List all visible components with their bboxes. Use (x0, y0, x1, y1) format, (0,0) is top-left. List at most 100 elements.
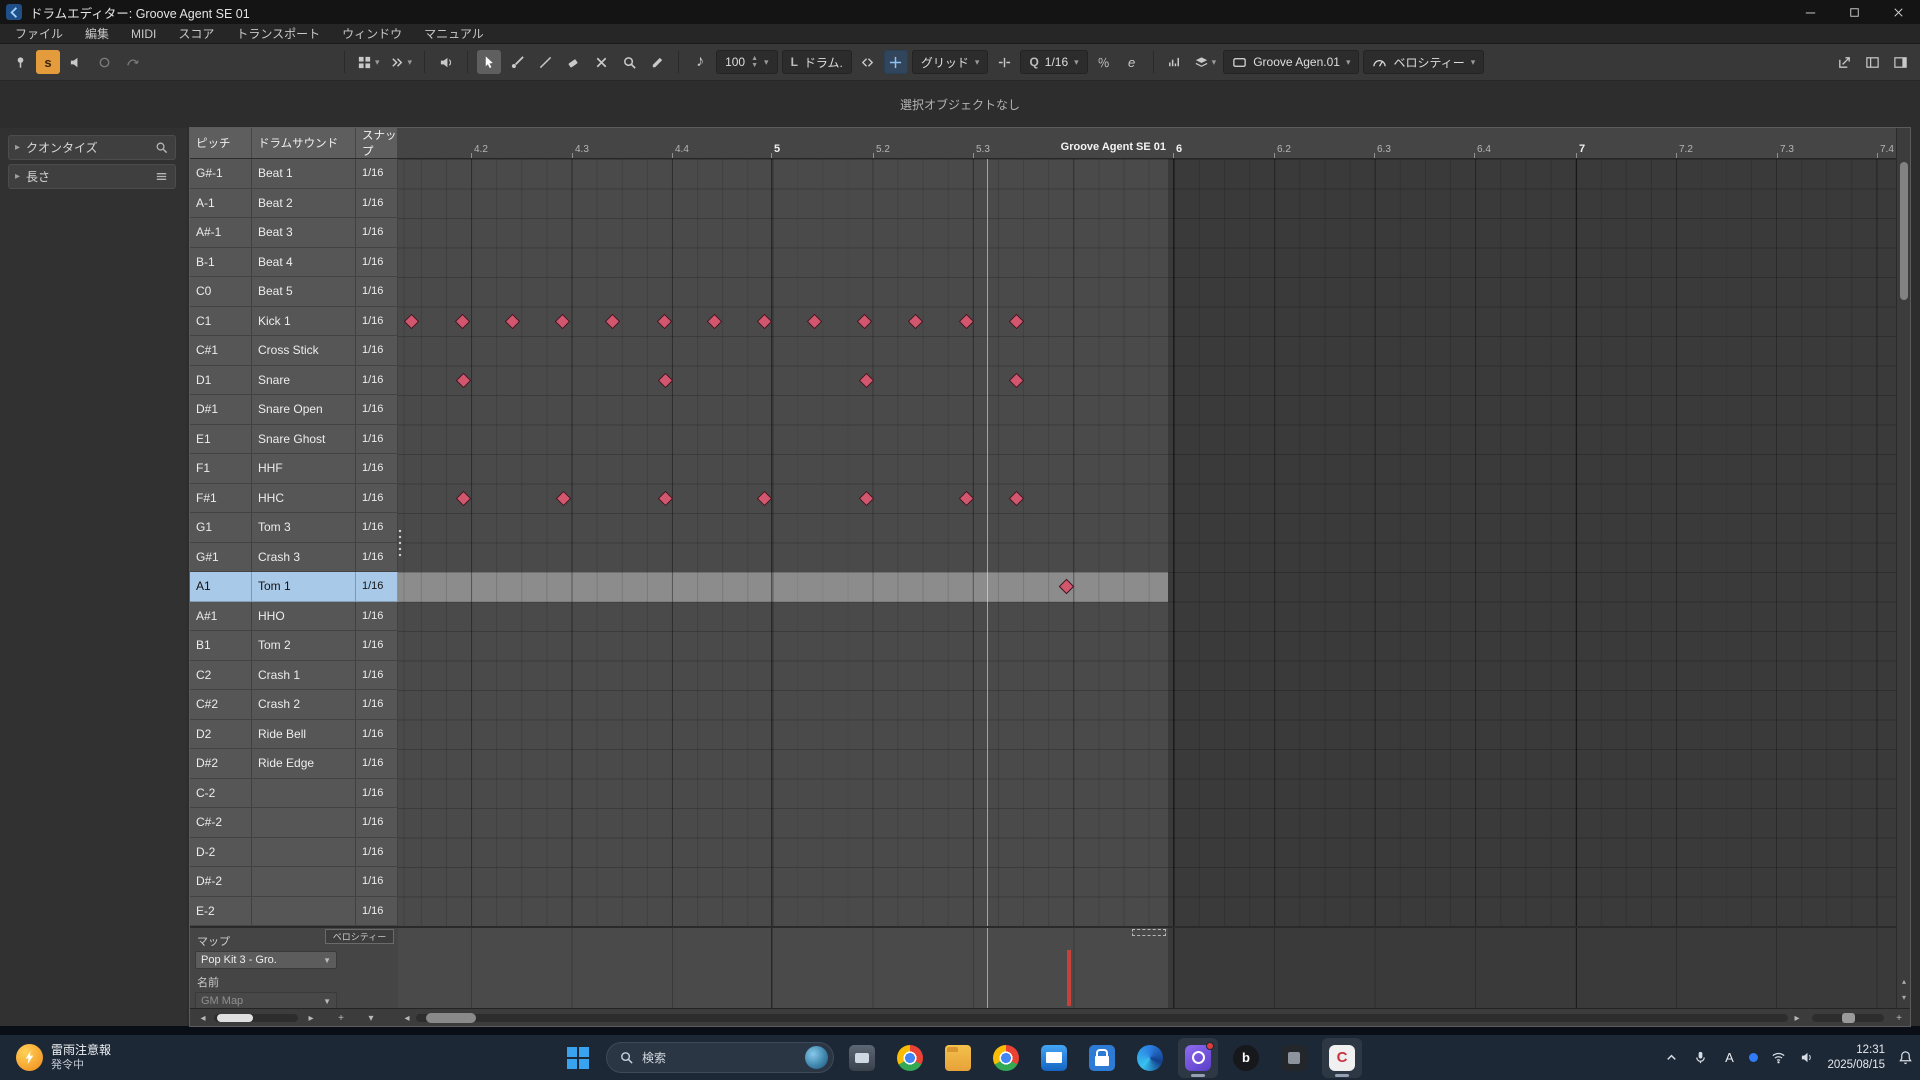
menu-transport[interactable]: トランスポート (225, 24, 331, 44)
taskbar-icon-cubase[interactable]: C (1322, 1037, 1362, 1078)
volume-icon[interactable] (1798, 1050, 1816, 1065)
h-scroll-right-button[interactable]: ▸ (1790, 1010, 1804, 1026)
h-scroll-left-button[interactable]: ◂ (400, 1010, 414, 1026)
drum-row[interactable]: D1 Snare 1/16 (190, 365, 398, 395)
velocity-bar[interactable] (1067, 950, 1071, 1006)
list-zoom-right-button[interactable]: ▸ (304, 1010, 318, 1026)
inspector-section-quantize[interactable]: ▸ クオンタイズ (8, 135, 176, 160)
menu-midi[interactable]: MIDI (120, 24, 167, 44)
grid-type-button[interactable] (992, 50, 1016, 74)
drum-row[interactable]: A#1 HHO 1/16 (190, 601, 398, 631)
taskbar-icon-utility-app[interactable] (1274, 1038, 1314, 1078)
arrow-tool[interactable] (477, 50, 502, 74)
menu-manual[interactable]: マニュアル (413, 24, 495, 44)
drum-row[interactable]: G#1 Crash 3 1/16 (190, 542, 398, 572)
note-grid[interactable] (398, 159, 1896, 926)
list-menu-button[interactable]: ▾ (364, 1010, 378, 1026)
tray-chevron-up-icon[interactable] (1662, 1050, 1680, 1065)
drum-row[interactable]: B1 Tom 2 1/16 (190, 631, 398, 661)
taskbar-icon-edge[interactable] (1130, 1038, 1170, 1078)
menu-edit[interactable]: 編集 (74, 24, 120, 44)
drum-row[interactable]: C-2 1/16 (190, 778, 398, 808)
taskbar-icon-audio-app[interactable]: b (1226, 1038, 1266, 1078)
drum-row[interactable]: F#1 HHC 1/16 (190, 483, 398, 513)
open-in-window-button[interactable] (1832, 50, 1856, 74)
timeline-ruler[interactable]: Groove Agent SE 01 4.2 4.3 4.4 5 5.2 5.3 6 6.2 6… (398, 128, 1896, 159)
drum-sound-column-header[interactable]: ドラムサウンド (252, 128, 356, 158)
vertical-scrollbar[interactable]: ▴ ▾ (1896, 128, 1910, 1008)
taskbar-icon-mail[interactable] (1034, 1038, 1074, 1078)
line-tool[interactable] (533, 50, 557, 74)
drum-row-selected[interactable]: A1 Tom 1 1/16 (190, 572, 398, 602)
drum-row[interactable]: A#-1 Beat 3 1/16 (190, 218, 398, 248)
insert-length-select[interactable]: L ドラム. (781, 50, 852, 74)
drum-row[interactable]: C#-2 1/16 (190, 808, 398, 838)
mirror-button[interactable] (856, 50, 880, 74)
minimize-button[interactable] (1788, 0, 1832, 24)
drum-row[interactable]: C1 Kick 1 1/16 (190, 306, 398, 336)
edited-part-select[interactable]: Groove Agen.01 ▾ (1223, 50, 1360, 74)
splitter-handle[interactable] (398, 528, 402, 558)
drum-row[interactable]: E-2 1/16 (190, 896, 398, 926)
drum-row[interactable]: D-2 1/16 (190, 837, 398, 867)
mute-tool[interactable] (589, 50, 613, 74)
taskbar-clock[interactable]: 12:31 2025/08/15 (1827, 1043, 1885, 1073)
inspector-section-length[interactable]: ▸ 長さ (8, 164, 176, 189)
eraser-tool[interactable] (561, 50, 585, 74)
window-layout-button[interactable]: ▾ (354, 50, 383, 74)
menu-file[interactable]: ファイル (4, 24, 74, 44)
spinner-icon[interactable]: ▲ ▼ (751, 55, 758, 69)
h-scroll-thumb[interactable] (426, 1013, 476, 1023)
weather-widget[interactable]: 雷雨注意報 発令中 (10, 1035, 117, 1080)
quantize-preset-select[interactable]: Q 1/16 ▾ (1020, 50, 1088, 74)
v-scroll-thumb[interactable] (1900, 162, 1908, 300)
acoustic-feedback-button[interactable] (64, 50, 88, 74)
autoscroll-button[interactable]: ▾ (387, 50, 416, 74)
drum-row[interactable]: D2 Ride Bell 1/16 (190, 719, 398, 749)
microphone-icon[interactable] (1691, 1050, 1709, 1065)
step-input-button[interactable] (120, 50, 144, 74)
right-zone-button[interactable] (1888, 50, 1912, 74)
drum-row[interactable]: D#1 Snare Open 1/16 (190, 395, 398, 425)
quantize-panel-button[interactable]: e (1120, 50, 1144, 74)
list-zoom-left-button[interactable]: ◂ (196, 1010, 210, 1026)
list-add-button[interactable]: + (334, 1010, 348, 1026)
snap-button[interactable] (883, 50, 908, 74)
taskbar-icon-chrome[interactable] (986, 1038, 1026, 1078)
drum-row[interactable]: C#1 Cross Stick 1/16 (190, 336, 398, 366)
drum-map-select[interactable]: Pop Kit 3 - Gro. ▼ (195, 951, 337, 969)
drum-row[interactable]: D#-2 1/16 (190, 867, 398, 897)
drum-row[interactable]: G1 Tom 3 1/16 (190, 513, 398, 543)
v-zoom-up-button[interactable]: ▴ (1897, 974, 1911, 988)
drum-row[interactable]: A-1 Beat 2 1/16 (190, 188, 398, 218)
drum-row[interactable]: C0 Beat 5 1/16 (190, 277, 398, 307)
maximize-button[interactable] (1832, 0, 1876, 24)
drum-row[interactable]: D#2 Ride Edge 1/16 (190, 749, 398, 779)
velocity-lane[interactable] (398, 926, 1896, 1008)
accessibility-dot-icon[interactable] (1749, 1053, 1759, 1062)
taskbar-search[interactable]: 検索 (606, 1042, 834, 1073)
back-arrow-icon[interactable] (6, 4, 22, 20)
velocity-lane-tab[interactable]: ベロシティー (325, 929, 394, 944)
drum-row[interactable]: F1 HHF 1/16 (190, 454, 398, 484)
drumstick-tool[interactable] (505, 50, 529, 74)
pitch-column-header[interactable]: ピッチ (190, 128, 252, 158)
taskbar-icon-microsoft-store[interactable] (1082, 1038, 1122, 1078)
layer-button[interactable]: ▾ (1191, 50, 1220, 74)
h-scroll-track[interactable] (416, 1014, 1788, 1022)
draw-tool[interactable] (645, 50, 669, 74)
h-zoom-in-button[interactable]: + (1890, 1010, 1908, 1026)
start-button[interactable] (558, 1038, 598, 1078)
list-zoom-thumb[interactable] (217, 1014, 253, 1022)
iterative-quantize-button[interactable]: ％ (1092, 50, 1116, 74)
taskbar-icon-file-explorer[interactable] (938, 1038, 978, 1078)
zoom-tool[interactable] (617, 50, 641, 74)
drum-row[interactable]: B-1 Beat 4 1/16 (190, 247, 398, 277)
nudge-value-select[interactable]: 100 ▲ ▼ ▾ (716, 50, 778, 74)
part-end-handle[interactable] (1132, 929, 1166, 936)
record-button[interactable] (92, 50, 116, 74)
taskbar-icon-desktop-app[interactable] (842, 1038, 882, 1078)
taskbar-icon-voice-app[interactable] (1178, 1037, 1218, 1078)
taskbar-icon-browser[interactable] (890, 1038, 930, 1078)
v-zoom-down-button[interactable]: ▾ (1897, 990, 1911, 1004)
